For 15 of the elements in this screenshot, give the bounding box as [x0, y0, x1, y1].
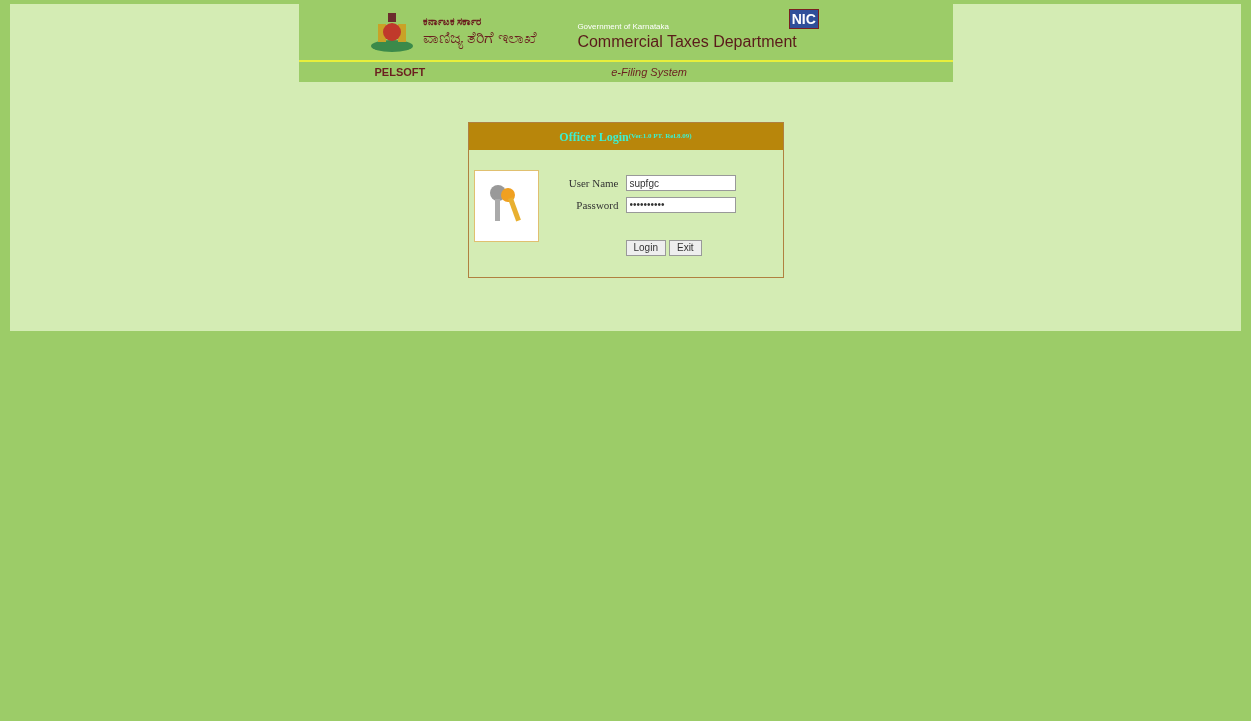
login-title: Officer Login — [559, 128, 629, 146]
nic-logo: NIC — [788, 9, 819, 29]
government-label: Government of Karnataka — [577, 21, 670, 33]
input-field[interactable]: supfgc — [625, 175, 736, 192]
form-button[interactable]: Exit — [668, 240, 702, 256]
form-button[interactable]: Login — [625, 240, 666, 256]
emblem-icon — [368, 10, 415, 54]
system-label: e-Filing System — [611, 64, 688, 80]
field-label: User Name — [567, 176, 619, 191]
input-field[interactable]: •••••••••• — [625, 196, 736, 213]
kannada-subtitle: ಕರ್ನಾಟಕ ಸರ್ಕಾರ — [422, 16, 483, 28]
kannada-title: ವಾಣಿಜ್ಯ ತೆರಿಗೆ ಇಲಾಖೆ — [422, 28, 538, 48]
pelsoft-label: PELSOFT — [374, 64, 426, 80]
department-title: Commercial Taxes Department — [577, 33, 797, 51]
field-label: Password — [575, 197, 619, 213]
